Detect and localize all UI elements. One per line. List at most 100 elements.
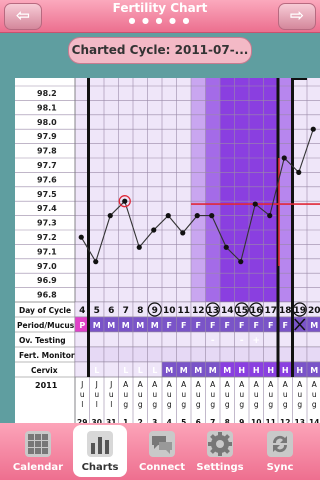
month-letter: A (268, 380, 274, 389)
month-letter: g (181, 400, 186, 409)
month-letter: g (210, 400, 215, 409)
temperature-point (281, 155, 287, 161)
day-of-cycle-value: 12 (192, 306, 205, 316)
temperature-point (151, 227, 157, 233)
temperature-point (252, 201, 258, 207)
month-letter: g (167, 400, 172, 409)
day-of-cycle-value: 5 (94, 306, 100, 316)
period-mucus-value: F (210, 321, 215, 330)
cervix-value: L (123, 366, 128, 375)
month-letter: g (152, 400, 157, 409)
observation-cell (118, 346, 134, 363)
ov-testing-value: + (252, 336, 260, 346)
temp-axis-label: 97.3 (37, 219, 57, 228)
month-letter: A (152, 380, 158, 389)
period-mucus-value: M (136, 321, 144, 330)
observation-cell (103, 361, 119, 378)
row-label-day-of-cycle: Day of Cycle (19, 306, 71, 315)
month-letter: u (225, 390, 230, 399)
period-mucus-value: M (93, 321, 101, 330)
cervix-value: H (238, 366, 245, 375)
day-of-cycle-value: 14 (221, 306, 234, 316)
month-letter: A (138, 380, 144, 389)
tab-sync[interactable]: Sync (253, 425, 307, 477)
cervix-value: L (152, 366, 157, 375)
day-of-cycle-value: 11 (177, 306, 190, 316)
observation-cell (219, 346, 235, 363)
observation-cell (277, 346, 293, 363)
temp-axis-label: 97.8 (37, 147, 57, 156)
month-letter: A (210, 380, 216, 389)
period-mucus-value: F (167, 321, 172, 330)
next-arrow-button[interactable]: ⇨ (278, 3, 316, 30)
day-column-bg (292, 78, 307, 302)
day-column-bg (249, 78, 264, 302)
temp-axis-label: 97.5 (37, 190, 57, 199)
temperature-point (136, 244, 142, 250)
row-label-period-mucus: Period/Mucus (17, 321, 75, 330)
observation-cell (132, 331, 148, 348)
cervix-value: M (180, 366, 188, 375)
month-letter: l (110, 400, 112, 409)
temperature-point (267, 213, 273, 219)
observation-cell (176, 331, 192, 348)
day-of-cycle-value: 6 (108, 306, 114, 316)
month-letter: J (95, 380, 98, 389)
month-letter: g (225, 400, 230, 409)
month-letter: l (81, 400, 83, 409)
tab-connect[interactable]: Connect (135, 425, 189, 477)
day-of-cycle-value: 18 (279, 306, 292, 316)
cervix-value: M (209, 366, 217, 375)
observation-cell (147, 346, 163, 363)
tab-calendar[interactable]: Calendar (11, 425, 65, 477)
month-letter: u (239, 390, 244, 399)
temp-axis-label: 97.4 (37, 204, 57, 213)
month-letter: u (268, 390, 273, 399)
temperature-point (122, 198, 128, 204)
observation-cell (103, 346, 119, 363)
period-mucus-value: F (225, 321, 230, 330)
day-column-bg (147, 78, 162, 302)
temp-axis-label: 97.6 (37, 175, 57, 184)
temp-axis-label: 98.1 (37, 103, 57, 112)
cervix-value: L (94, 366, 99, 375)
day-of-cycle-value: 20 (308, 306, 320, 316)
day-column-bg (104, 78, 119, 302)
ov-testing-value: - (240, 336, 244, 346)
period-mucus-value: M (151, 321, 159, 330)
observation-cell (103, 331, 119, 348)
period-mucus-value: M (122, 321, 130, 330)
observation-cell (132, 346, 148, 363)
charted-cycle-selector[interactable]: Charted Cycle: 2011-07-... (68, 37, 252, 64)
day-column-bg (89, 78, 104, 302)
tab-calendar-label: Calendar (12, 462, 64, 473)
temperature-point (296, 169, 302, 175)
tab-sync-label: Sync (266, 462, 294, 473)
tab-connect-label: Connect (139, 462, 185, 473)
period-mucus-value: F (239, 321, 244, 330)
month-letter: A (239, 380, 245, 389)
day-column-bg (220, 78, 235, 302)
page-title: Fertility Chart (112, 1, 208, 15)
cervix-value: H (296, 366, 303, 375)
month-letter: u (152, 390, 157, 399)
month-letter: u (80, 390, 85, 399)
tab-settings[interactable]: Settings (193, 425, 247, 477)
period-mucus-value: F (196, 321, 201, 330)
period-mucus-value: P (79, 321, 85, 330)
month-letter: g (239, 400, 244, 409)
month-letter: u (167, 390, 172, 399)
observation-cell (89, 331, 105, 348)
fertility-chart[interactable]: 98.2 98.1 98.0 97.9 97.8 97.7 97.6 97.5 97.4 97.3… (15, 78, 320, 423)
cervix-value: L (138, 366, 143, 375)
month-letter: u (196, 390, 201, 399)
temperature-point (223, 244, 229, 250)
cervix-value: M (194, 366, 202, 375)
month-letter: g (196, 400, 201, 409)
temp-axis-label: 96.9 (37, 276, 57, 285)
tab-settings-label: Settings (196, 462, 244, 473)
day-column-bg (118, 78, 133, 302)
month-letter: A (225, 380, 231, 389)
tab-charts[interactable]: Charts (73, 425, 127, 477)
day-of-cycle-value: 9 (152, 306, 158, 316)
